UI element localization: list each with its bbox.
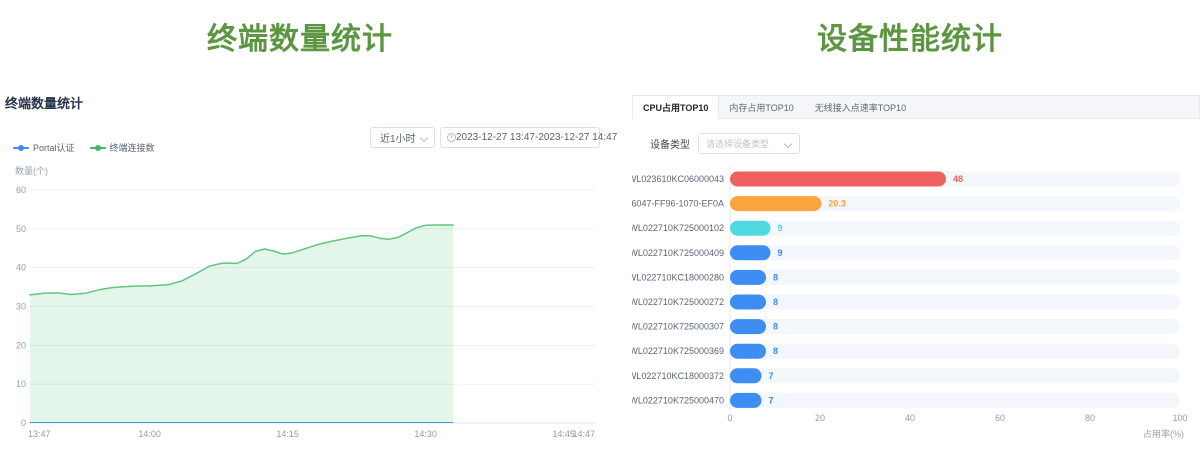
- svg-text:7: 7: [769, 395, 774, 405]
- svg-text:0: 0: [21, 418, 26, 428]
- svg-text:100: 100: [1172, 413, 1187, 423]
- legend-marker-portal-icon: [13, 144, 29, 152]
- cpu-top10-bar-chart: WL023610KC06000043 48 6047-FF96-1070-EF0A 2…: [632, 158, 1200, 456]
- svg-text:48: 48: [953, 174, 963, 184]
- svg-text:14:00: 14:00: [138, 429, 161, 439]
- tab-memory-top10[interactable]: 内存占用TOP10: [719, 96, 804, 118]
- svg-text:14:30: 14:30: [414, 429, 437, 439]
- svg-text:WL022710K725000102: WL022710K725000102: [632, 223, 724, 233]
- svg-text:10: 10: [16, 379, 26, 389]
- svg-text:80: 80: [1085, 413, 1095, 423]
- terminal-count-line-chart: 010203040506013:4714:0014:1514:3014:4514…: [0, 180, 600, 456]
- svg-text:8: 8: [773, 346, 778, 356]
- legend-label-portal: Portal认证: [33, 141, 75, 154]
- svg-text:9: 9: [778, 223, 783, 233]
- device-type-select[interactable]: 请选择设备类型: [698, 133, 800, 154]
- terminal-count-header: 终端数量统计: [5, 93, 83, 112]
- chevron-down-icon: [421, 134, 428, 141]
- time-range-value: 近1小时: [380, 130, 416, 145]
- chevron-down-icon: [785, 140, 792, 147]
- svg-text:WL022710K725000272: WL022710K725000272: [632, 297, 724, 307]
- svg-text:WL023610KC06000043: WL023610KC06000043: [632, 174, 724, 184]
- svg-text:40: 40: [16, 263, 26, 273]
- svg-text:20.3: 20.3: [828, 199, 846, 209]
- date-end: 2023-12-27 14:47: [538, 132, 617, 143]
- device-type-filter: 设备类型 请选择设备类型: [650, 133, 800, 154]
- svg-text:WL022710K725000369: WL022710K725000369: [632, 346, 724, 356]
- date-start: 2023-12-27 13:47: [456, 132, 535, 143]
- svg-text:20: 20: [815, 413, 825, 423]
- tab-cpu-top10[interactable]: CPU占用TOP10: [632, 95, 719, 119]
- svg-text:14:47: 14:47: [572, 429, 595, 439]
- legend-item-portal[interactable]: Portal认证: [13, 141, 75, 154]
- date-range-picker[interactable]: 2023-12-27 13:47 - 2023-12-27 14:47: [440, 127, 600, 148]
- svg-text:WL022710KC18000372: WL022710KC18000372: [632, 371, 724, 381]
- svg-text:60: 60: [995, 413, 1005, 423]
- svg-text:6047-FF96-1070-EF0A: 6047-FF96-1070-EF0A: [632, 199, 724, 209]
- svg-text:50: 50: [16, 224, 26, 234]
- device-type-label: 设备类型: [650, 136, 690, 151]
- left-panel-title: 终端数量统计: [0, 14, 600, 58]
- svg-text:20: 20: [16, 340, 26, 350]
- device-type-placeholder: 请选择设备类型: [706, 137, 769, 150]
- svg-text:占用率(%): 占用率(%): [1143, 428, 1184, 439]
- svg-text:WL022710KC18000280: WL022710KC18000280: [632, 272, 724, 282]
- svg-text:30: 30: [16, 302, 26, 312]
- right-panel-title: 设备性能统计: [620, 14, 1200, 58]
- legend-marker-terminal-icon: [90, 144, 106, 152]
- time-range-select[interactable]: 近1小时: [370, 127, 435, 148]
- tab-wireless-ap-rate-top10[interactable]: 无线接入点速率TOP10: [805, 96, 917, 118]
- svg-text:WL022710K725000409: WL022710K725000409: [632, 248, 724, 258]
- svg-text:14:15: 14:15: [276, 429, 299, 439]
- svg-text:0: 0: [727, 413, 732, 423]
- svg-text:WL022710K725000307: WL022710K725000307: [632, 322, 724, 332]
- y-axis-name: 数量(个): [15, 164, 48, 177]
- performance-tab-bar: CPU占用TOP10 内存占用TOP10 无线接入点速率TOP10: [632, 95, 1200, 119]
- svg-text:8: 8: [773, 272, 778, 282]
- svg-text:7: 7: [769, 371, 774, 381]
- svg-text:9: 9: [778, 248, 783, 258]
- legend-label-terminal-connections: 终端连接数: [110, 141, 155, 154]
- svg-text:8: 8: [773, 297, 778, 307]
- svg-text:60: 60: [16, 185, 26, 195]
- legend-item-terminal-connections[interactable]: 终端连接数: [90, 141, 155, 154]
- svg-text:13:47: 13:47: [28, 429, 51, 439]
- clock-icon: [447, 133, 456, 142]
- chart-legend: Portal认证 终端连接数: [13, 141, 155, 154]
- svg-text:8: 8: [773, 322, 778, 332]
- svg-text:40: 40: [905, 413, 915, 423]
- svg-text:WL022710K725000470: WL022710K725000470: [632, 395, 724, 405]
